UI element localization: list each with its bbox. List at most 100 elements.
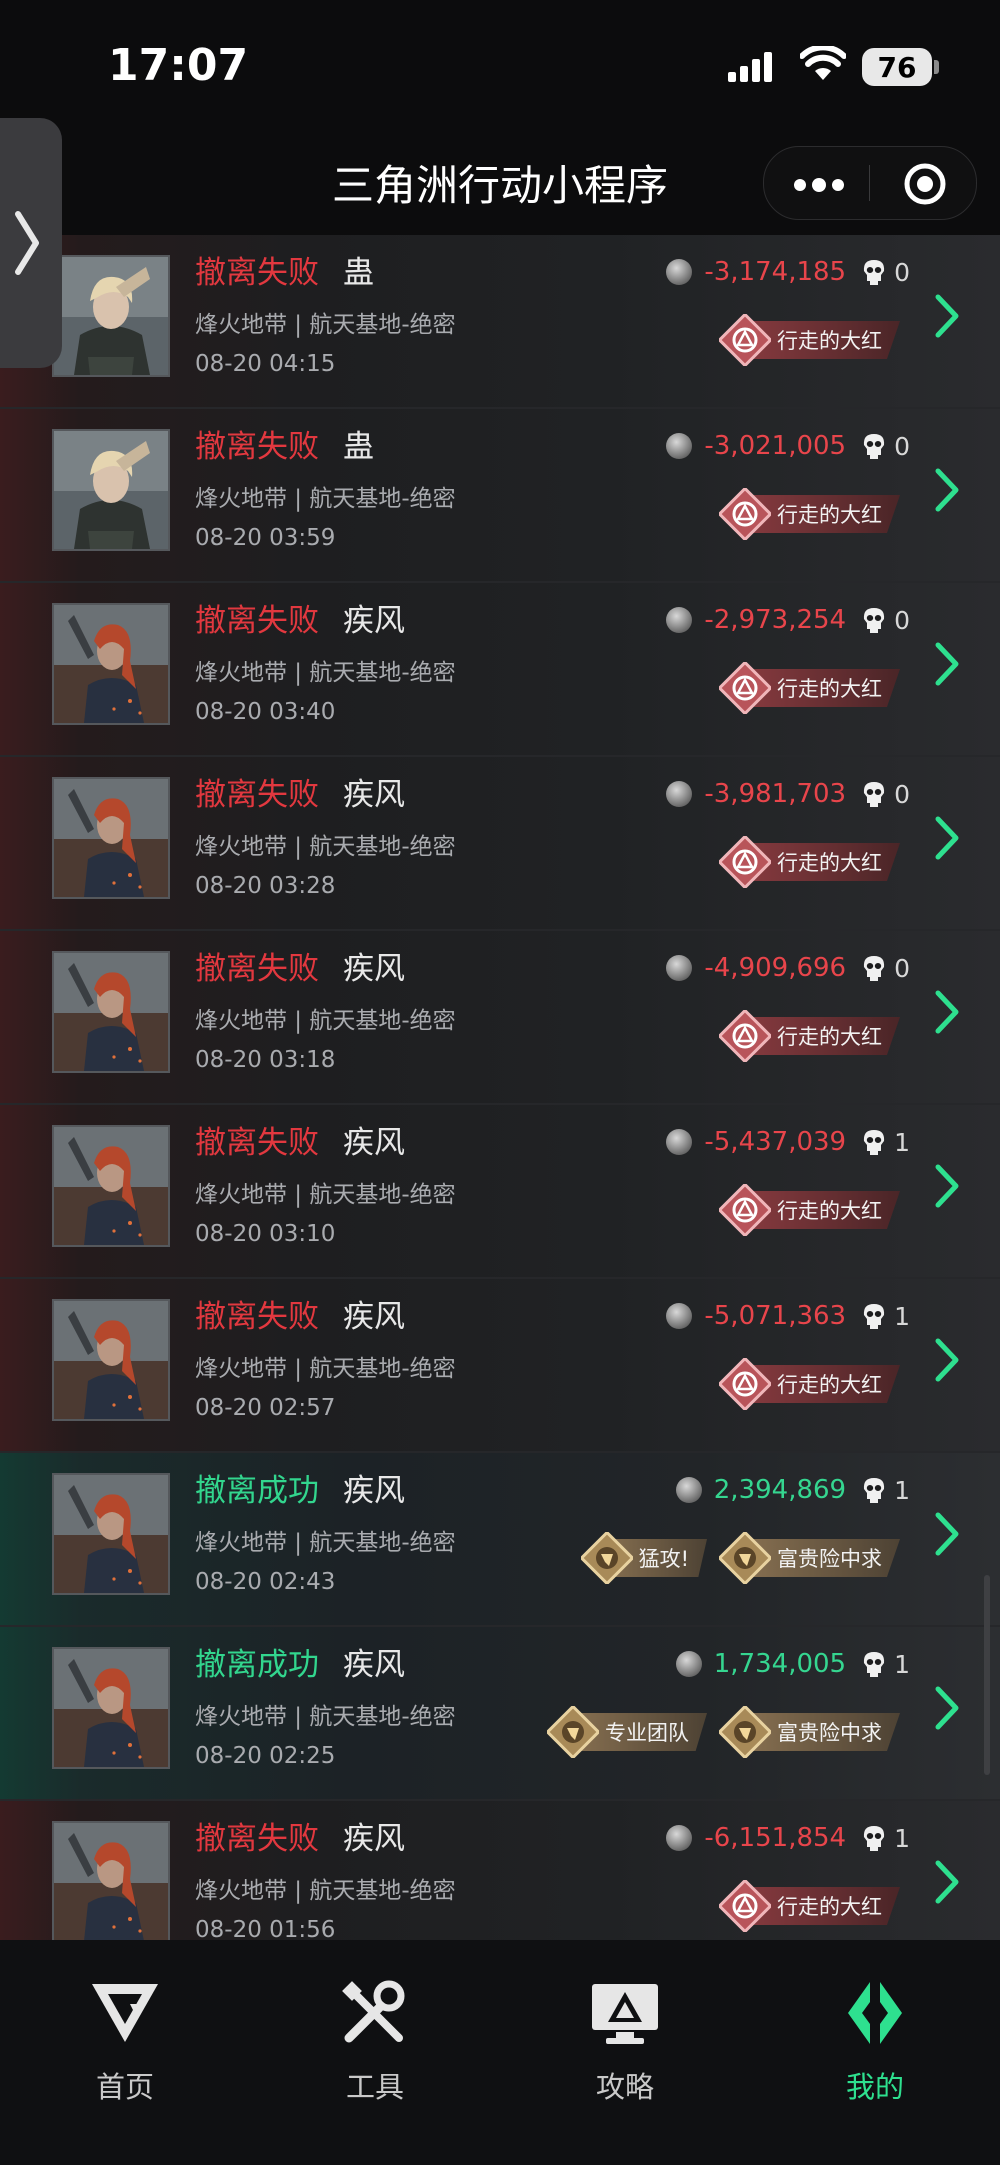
red-badge-emblem-icon: [719, 488, 771, 540]
achievement-badge: 行走的大红: [719, 1010, 900, 1062]
extraction-status: 撤离失败: [195, 429, 319, 465]
operator-portrait: [54, 605, 168, 723]
operator-portrait: [54, 1475, 168, 1593]
badge-label: 行走的大红: [777, 1373, 882, 1397]
badge-list: 行走的大红: [719, 314, 900, 366]
coin-icon: [666, 1129, 693, 1155]
asset-change: 1,734,005: [713, 1649, 847, 1679]
red-badge-emblem-icon: [719, 314, 771, 366]
match-record-row[interactable]: 撤离失败 疾风 烽火地带 | 航天基地-绝密 08-20 03:40 -2,973,25…: [0, 583, 1000, 757]
match-time: 08-20 02:43: [195, 1569, 336, 1595]
badge-label: 行走的大红: [777, 1025, 882, 1049]
match-stats: -6,151,854 1: [666, 1823, 910, 1853]
asset-change: -3,021,005: [704, 431, 847, 461]
tab-guide-label: 攻略: [595, 2070, 654, 2104]
operator-portrait: [54, 779, 168, 897]
match-record-row[interactable]: 撤离失败 疾风 烽火地带 | 航天基地-绝密 08-20 03:28 -3,981,70…: [0, 757, 1000, 931]
match-record-row[interactable]: 撤离失败 疾风 烽火地带 | 航天基地-绝密 08-20 03:10 -5,437,03…: [0, 1105, 1000, 1279]
coin-icon: [666, 259, 693, 285]
more-options-button[interactable]: [794, 178, 844, 192]
operator-name: 蛊: [343, 429, 374, 465]
asset-change: -5,437,039: [704, 1127, 847, 1157]
kill-skull-icon: [864, 1130, 885, 1155]
kill-count: 0: [894, 779, 910, 809]
match-time: 08-20 03:59: [195, 525, 336, 551]
gold-badge-emblem-icon: [719, 1532, 771, 1584]
achievement-badge: 专业团队: [547, 1706, 707, 1758]
coin-icon: [675, 1651, 702, 1677]
achievement-badge: 富贵险中求: [719, 1532, 900, 1584]
badge-label: 富贵险中求: [777, 1547, 882, 1571]
achievement-badge: 猛攻!: [580, 1532, 707, 1584]
badge-label: 行走的大红: [777, 503, 882, 527]
row-chevron-icon: [935, 294, 959, 338]
row-chevron-icon: [935, 1686, 959, 1730]
row-chevron-icon: [935, 1164, 959, 1208]
match-time: 08-20 03:18: [195, 1047, 336, 1073]
achievement-badge: 行走的大红: [719, 836, 900, 888]
badge-label: 行走的大红: [777, 1895, 882, 1919]
map-name: 烽火地带 | 航天基地-绝密: [195, 486, 456, 512]
match-stats: -2,973,254 0: [666, 605, 910, 635]
match-time: 08-20 03:28: [195, 873, 336, 899]
kill-count: 0: [894, 605, 910, 635]
kill-count: 1: [894, 1649, 910, 1679]
extraction-status: 撤离失败: [195, 603, 319, 639]
tab-guide[interactable]: 攻略: [555, 1980, 695, 2106]
close-program-icon[interactable]: [904, 163, 946, 205]
asset-change: -6,151,854: [704, 1823, 847, 1853]
status-bar: 17:07 76: [0, 0, 1000, 130]
tab-home[interactable]: 首页: [55, 1980, 195, 2106]
tab-tools[interactable]: 工具: [305, 1980, 445, 2106]
map-name: 烽火地带 | 航天基地-绝密: [195, 312, 456, 338]
match-record-row[interactable]: 撤离失败蛊烽火地带 | 航天基地-绝密 08-20 04:15 -3,174,185…: [0, 235, 1000, 409]
cellular-signal-icon: [728, 52, 772, 82]
kill-skull-icon: [864, 434, 885, 459]
operator-name: 疾风: [343, 1647, 405, 1683]
tab-profile[interactable]: 我的: [805, 1980, 945, 2106]
match-record-row[interactable]: 撤离失败 疾风 烽火地带 | 航天基地-绝密 08-20 02:57 -5,071,36…: [0, 1279, 1000, 1453]
red-badge-emblem-icon: [719, 1880, 771, 1932]
match-stats: 2,394,869 1: [675, 1475, 910, 1505]
operator-avatar: [52, 951, 170, 1073]
kill-count: 1: [894, 1475, 910, 1505]
operator-name: 蛊: [343, 255, 374, 291]
coin-icon: [666, 1825, 693, 1851]
asset-change: -4,909,696: [704, 953, 847, 983]
match-record-row[interactable]: 撤离成功 疾风 烽火地带 | 航天基地-绝密 08-20 02:43 2,394,869…: [0, 1453, 1000, 1627]
match-time: 08-20 03:10: [195, 1221, 336, 1247]
match-stats: -3,174,185 0: [666, 257, 910, 287]
operator-avatar: [52, 1647, 170, 1769]
operator-avatar: [52, 1473, 170, 1595]
red-badge-emblem-icon: [719, 1010, 771, 1062]
kill-skull-icon: [864, 1652, 885, 1677]
side-expand-tab[interactable]: [0, 118, 62, 368]
operator-name: 疾风: [343, 1125, 405, 1161]
match-record-row[interactable]: 撤离成功 疾风 烽火地带 | 航天基地-绝密 08-20 02:25 1,734,005…: [0, 1627, 1000, 1801]
coin-icon: [675, 1477, 702, 1503]
kill-count: 1: [894, 1127, 910, 1157]
achievement-badge: 行走的大红: [719, 488, 900, 540]
kill-count: 1: [894, 1301, 910, 1331]
operator-avatar: [52, 777, 170, 899]
map-name: 烽火地带 | 航天基地-绝密: [195, 834, 456, 860]
operator-name: 疾风: [343, 1473, 405, 1509]
match-record-row[interactable]: 撤离失败蛊烽火地带 | 航天基地-绝密 08-20 03:59 -3,021,005…: [0, 409, 1000, 583]
capsule-divider: [869, 165, 870, 201]
scrollbar[interactable]: [984, 1575, 990, 1775]
match-record-row[interactable]: 撤离失败 疾风 烽火地带 | 航天基地-绝密 08-20 03:18 -4,909,69…: [0, 931, 1000, 1105]
match-time: 08-20 02:25: [195, 1743, 336, 1769]
kill-count: 0: [894, 953, 910, 983]
coin-icon: [666, 1303, 693, 1329]
badge-label: 行走的大红: [777, 1199, 882, 1223]
chevron-right-icon: [15, 211, 39, 275]
coin-icon: [666, 955, 693, 981]
operator-portrait: [54, 257, 168, 375]
badge-label: 富贵险中求: [777, 1721, 882, 1745]
achievement-badge: 行走的大红: [719, 1358, 900, 1410]
badge-label: 行走的大红: [777, 677, 882, 701]
kill-skull-icon: [864, 1826, 885, 1851]
gold-badge-emblem-icon: [719, 1706, 771, 1758]
badge-label: 行走的大红: [777, 329, 882, 353]
extraction-status: 撤离失败: [195, 777, 319, 813]
